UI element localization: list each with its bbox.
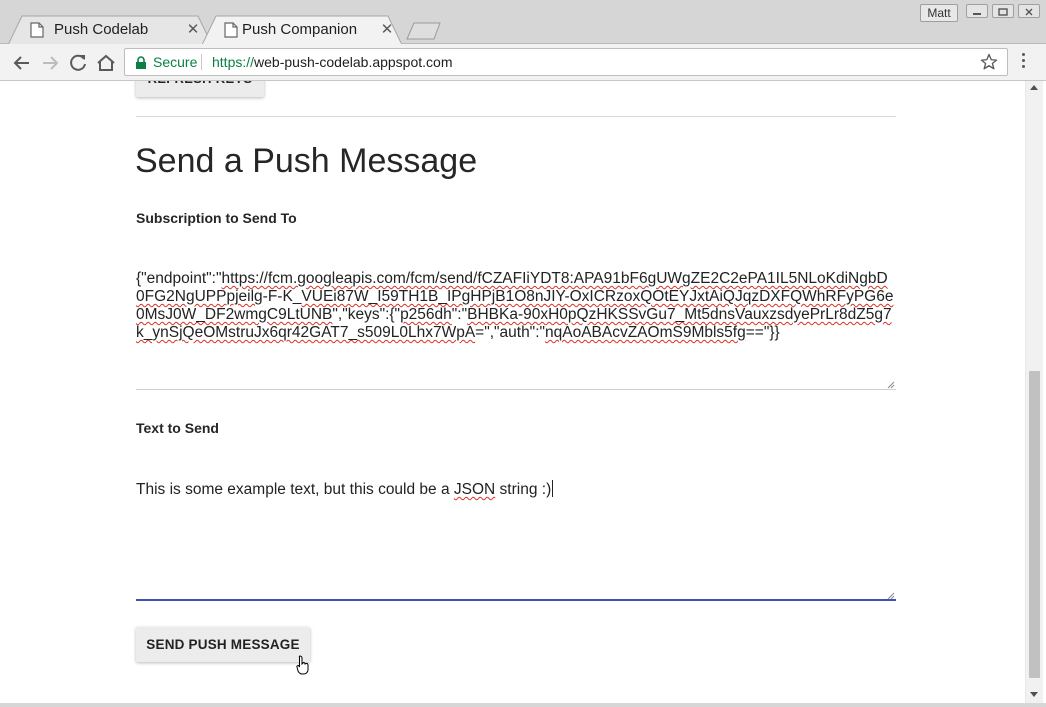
page-title: Send a Push Message: [135, 142, 478, 180]
spellcheck-segment: nqAoABAcvZAOmS9Mbls5fg: [545, 324, 746, 341]
subscription-textarea-underline: [136, 389, 896, 390]
tab-push-codelab[interactable]: Push Codelab ✕: [8, 15, 212, 45]
tab-title: Push Codelab: [54, 21, 149, 38]
text-segment: =","auth":": [475, 324, 545, 341]
browser-toolbar: Secure https://web-push-codelab.appspot.…: [0, 44, 1046, 81]
address-bar[interactable]: Secure https://web-push-codelab.appspot.…: [124, 48, 1008, 76]
resize-grip-icon[interactable]: [887, 592, 895, 600]
window-close-button[interactable]: [1018, 4, 1040, 18]
close-icon[interactable]: ✕: [185, 20, 201, 38]
lock-icon: [136, 56, 146, 69]
tab-title: Push Companion: [242, 21, 358, 38]
close-icon[interactable]: ✕: [379, 20, 395, 38]
window-bottom-border: [0, 703, 1046, 707]
url-text[interactable]: https://web-push-codelab.appspot.com: [212, 54, 453, 70]
maximize-button[interactable]: [992, 4, 1014, 18]
window-titlebar: Push Codelab ✕ Push Companion ✕ Matt: [0, 0, 1046, 45]
secure-label: Secure: [153, 54, 198, 70]
page-icon: [30, 22, 44, 38]
text-segment: ","keys":{": [332, 306, 401, 323]
scroll-up-arrow-icon[interactable]: [1030, 85, 1038, 90]
section-divider: [136, 116, 896, 117]
subscription-textarea[interactable]: {"endpoint":"https://fcm.googleapis.com/…: [136, 270, 896, 342]
text-to-send-textarea[interactable]: This is some example text, but this coul…: [136, 480, 554, 499]
text-segment: ":": [451, 306, 468, 323]
home-icon[interactable]: [95, 52, 117, 74]
vertical-scrollbar[interactable]: [1025, 81, 1043, 707]
spellcheck-segment: p256dh: [400, 306, 452, 323]
text-to-send-underline: [136, 599, 896, 601]
page-viewport: REFRESH KEYS Send a Push Message Subscri…: [0, 81, 1046, 707]
scroll-down-arrow-icon[interactable]: [1030, 692, 1038, 697]
forward-arrow-icon[interactable]: [39, 52, 61, 74]
subscription-label: Subscription to Send To: [136, 210, 297, 226]
text-caret: [552, 480, 554, 497]
text-to-send-label: Text to Send: [136, 420, 219, 436]
resize-grip-icon[interactable]: [887, 381, 895, 389]
text-segment: {"endpoint":": [136, 270, 222, 287]
refresh-keys-button[interactable]: REFRESH KEYS: [136, 81, 264, 97]
tab-push-companion[interactable]: Push Companion ✕: [202, 15, 402, 45]
text-segment: =="}}: [745, 324, 780, 341]
star-icon[interactable]: [980, 53, 998, 71]
omnibox-separator: [201, 54, 202, 70]
send-push-message-button[interactable]: SEND PUSH MESSAGE: [136, 627, 310, 662]
minimize-button[interactable]: [966, 4, 988, 18]
page-icon: [224, 22, 238, 38]
scrollbar-thumb[interactable]: [1029, 371, 1040, 678]
new-tab-button[interactable]: [406, 22, 442, 40]
back-arrow-icon[interactable]: [11, 52, 33, 74]
mouse-pointer-icon: [296, 655, 309, 675]
reload-icon[interactable]: [67, 52, 89, 74]
text-segment: -F-K_: [262, 288, 302, 305]
profile-badge[interactable]: Matt: [920, 4, 958, 22]
kebab-menu-icon[interactable]: [1016, 53, 1030, 73]
